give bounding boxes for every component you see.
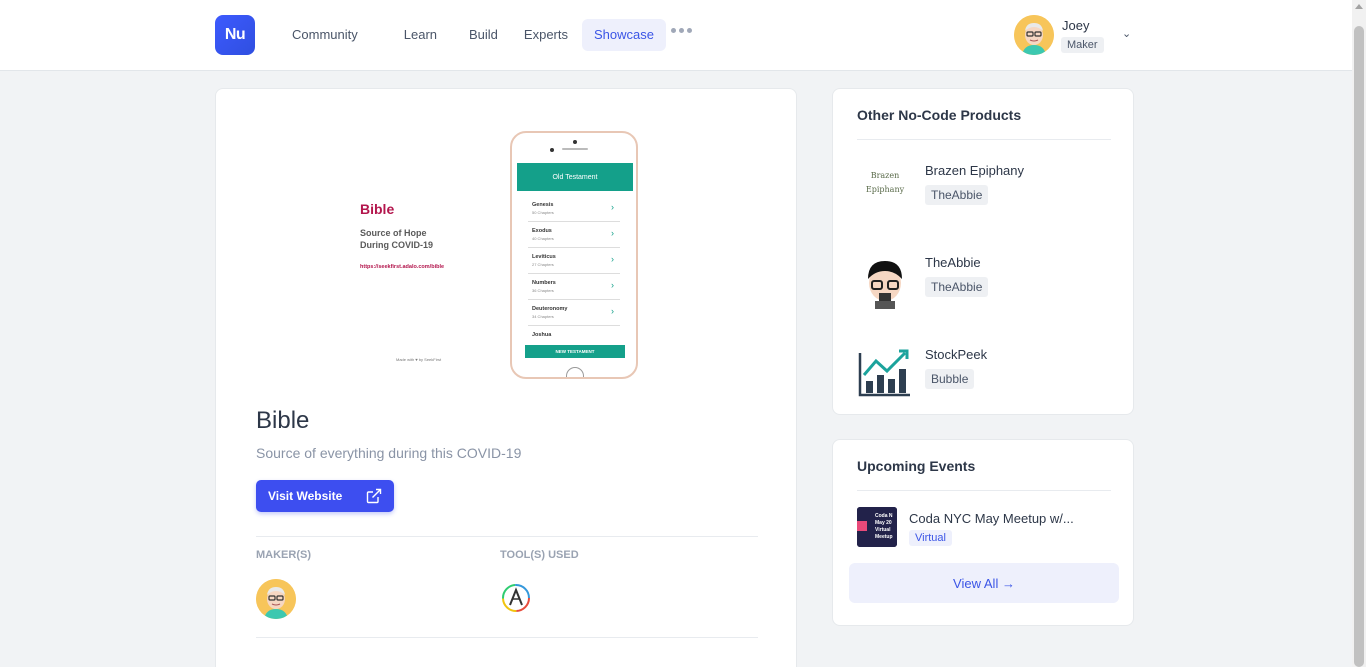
svg-text:Brazen: Brazen [871,171,900,180]
hero-made-with: Made with ♥ by SeekFirst [396,357,442,362]
list-item: Deuteronomy 34 Chapters › [528,300,620,326]
product-item-theabbie[interactable]: TheAbbie TheAbbie [857,253,1117,313]
external-link-icon [366,488,382,504]
product-item-stockpeek[interactable]: StockPeek Bubble [857,345,1117,405]
product-card: Bible Source of Hope During COVID-19 htt… [215,88,797,667]
nav-showcase[interactable]: Showcase [582,19,666,51]
svg-text:Epiphany: Epiphany [866,185,905,194]
svg-text:Coda N: Coda N [875,513,893,519]
upcoming-events-card: Upcoming Events Coda N May 20 Virtual Me… [832,439,1134,626]
hero-url: https://seekfirst.adalo.com/bible [360,264,445,270]
chevron-right-icon: › [611,228,614,238]
page-scrollbar[interactable] [1352,0,1366,667]
divider [256,637,758,638]
list-item: Leviticus 27 Chapters › [528,248,620,274]
user-role-badge: Maker [1061,37,1104,53]
adalo-tool-icon[interactable] [500,582,532,614]
event-type-badge: Virtual [909,530,952,546]
scroll-up-arrow-icon[interactable] [1355,4,1363,9]
list-item: Numbers 36 Chapters › [528,274,620,300]
list-item: Exodus 40 Chapters › [528,222,620,248]
view-all-button[interactable]: View All → [849,563,1119,603]
phone-speaker [562,148,588,150]
maker-avatar[interactable] [256,579,296,619]
nav-build[interactable]: Build [457,19,510,51]
user-avatar[interactable] [1014,15,1054,55]
chevron-right-icon: › [611,254,614,264]
product-hero-image: Bible Source of Hope During COVID-19 htt… [328,129,658,379]
other-products-card: Other No-Code Products Brazen Epiphany B… [832,88,1134,415]
svg-text:Meetup: Meetup [875,534,893,540]
tools-label: TOOL(S) USED [500,549,579,561]
chevron-right-icon: › [611,306,614,316]
product-tagline: Source of everything during this COVID-1… [256,445,522,461]
user-menu[interactable]: Joey Maker ⌄ [1014,15,1139,55]
chevron-right-icon: › [611,202,614,212]
divider [857,139,1111,140]
makers-label: MAKER(S) [256,549,311,561]
list-item: Genesis 50 Chapters › [528,196,620,222]
other-products-title: Other No-Code Products [857,107,1022,123]
divider [256,536,758,537]
more-menu-icon[interactable] [671,28,692,33]
product-name[interactable]: StockPeek [925,347,987,362]
stockpeek-logo [857,345,913,401]
nav-experts[interactable]: Experts [512,19,580,51]
nav-learn[interactable]: Learn [392,19,449,51]
product-name[interactable]: Brazen Epiphany [925,163,1024,178]
hero-title: Bible [360,201,395,217]
phone-home-button [566,367,584,377]
scrollbar-thumb[interactable] [1354,26,1364,667]
visit-website-button[interactable]: Visit Website [256,480,394,512]
phone-camera [573,140,577,144]
svg-text:May 20: May 20 [875,520,892,526]
product-tool-tag[interactable]: TheAbbie [925,185,989,205]
event-name[interactable]: Coda NYC May Meetup w/... [909,511,1074,526]
user-name: Joey [1062,18,1090,33]
hero-subtitle-1: Source of Hope [360,228,427,238]
nav-community[interactable]: Community [276,19,374,51]
svg-text:Virtual: Virtual [875,527,891,533]
divider [857,490,1111,491]
phone-header: Old Testament [517,163,633,191]
product-item-brazen-epiphany[interactable]: Brazen Epiphany Brazen Epiphany TheAbbie [857,161,1117,221]
product-tool-tag[interactable]: Bubble [925,369,975,389]
phone-book-list: Genesis 50 Chapters › Exodus 40 Chapters… [528,196,620,352]
product-title: Bible [256,407,310,434]
theabbie-logo [857,253,913,309]
chevron-right-icon: › [611,280,614,290]
visit-website-label: Visit Website [268,489,343,503]
hero-subtitle-2: During COVID-19 [360,240,434,250]
phone-new-testament-button: NEW TESTAMENT [525,345,625,358]
chevron-down-icon[interactable]: ⌄ [1122,27,1131,40]
phone-mockup: Old Testament Genesis 50 Chapters › Exod… [510,131,638,379]
main-nav: Community Learn Build Experts Showcase [276,19,668,51]
nu-logo[interactable]: Nu [215,15,255,55]
top-navbar: Nu Community Learn Build Experts Showcas… [0,0,1352,71]
phone-sensor [550,148,554,152]
product-name[interactable]: TheAbbie [925,255,981,270]
brazen-epiphany-logo: Brazen Epiphany [857,161,913,217]
upcoming-events-title: Upcoming Events [857,458,976,474]
product-tool-tag[interactable]: TheAbbie [925,277,989,297]
event-thumbnail[interactable]: Coda N May 20 Virtual Meetup [857,507,897,547]
